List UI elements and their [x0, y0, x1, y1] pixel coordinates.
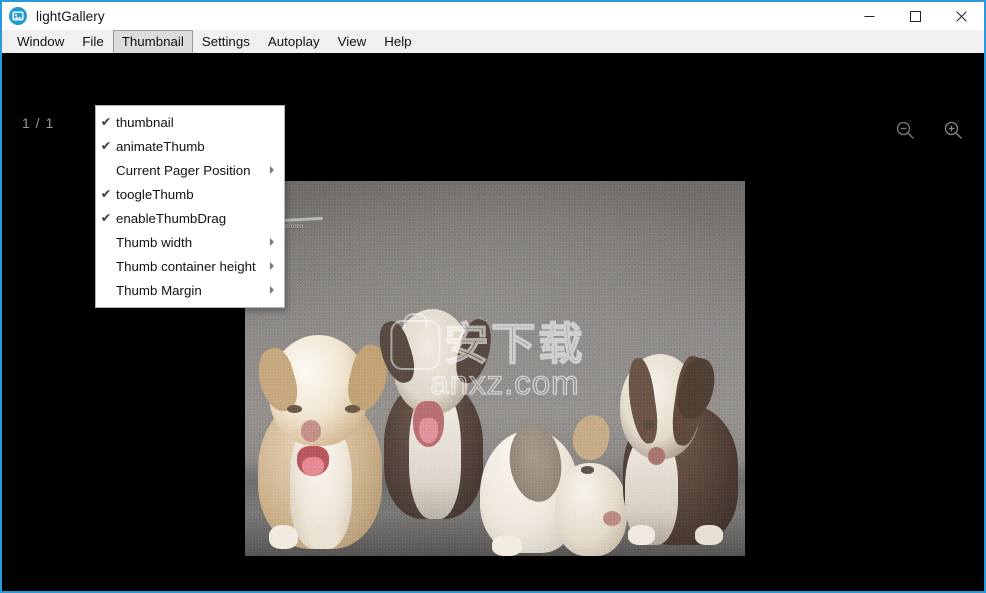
menu-item-view[interactable]: View: [329, 30, 376, 53]
menu-option-label: Thumb Margin: [116, 282, 202, 298]
menu-option-label: animateThumb: [116, 138, 205, 154]
menu-option-thumb-margin[interactable]: Thumb Margin: [96, 278, 284, 302]
check-icon: ✔: [100, 210, 112, 225]
menu-bar: Window File Thumbnail Settings Autoplay …: [2, 30, 984, 53]
photo-grain: [245, 181, 745, 556]
zoom-controls: [888, 113, 970, 147]
window-controls: [846, 2, 984, 30]
gallery-icon: [9, 7, 27, 25]
title-bar: lightGallery: [2, 2, 984, 30]
menu-item-window[interactable]: Window: [8, 30, 73, 53]
menu-option-animatethumb[interactable]: ✔ animateThumb: [96, 134, 284, 158]
submenu-arrow-icon: [270, 238, 274, 246]
menu-item-autoplay[interactable]: Autoplay: [259, 30, 329, 53]
pager-counter: 1 / 1: [22, 115, 55, 131]
menu-option-label: enableThumbDrag: [116, 210, 227, 226]
close-button[interactable]: [938, 2, 984, 30]
menu-item-thumbnail[interactable]: Thumbnail: [112, 30, 193, 53]
application-window: lightGallery Window File Thumbnail Setti…: [0, 0, 986, 593]
menu-option-label: Thumb width: [116, 234, 193, 250]
zoom-in-icon[interactable]: [936, 113, 970, 147]
check-icon: ✔: [100, 114, 112, 129]
submenu-arrow-icon: [270, 262, 274, 270]
menu-option-thumbnail[interactable]: ✔ thumbnail: [96, 110, 284, 134]
check-icon: ✔: [100, 138, 112, 153]
menu-option-tooglethumb[interactable]: ✔ toogleThumb: [96, 182, 284, 206]
menu-item-help[interactable]: Help: [375, 30, 420, 53]
gallery-photo[interactable]: photo 安下载 anxz.com: [245, 181, 745, 556]
menu-option-thumb-width[interactable]: Thumb width: [96, 230, 284, 254]
thumbnail-dropdown-menu: ✔ thumbnail ✔ animateThumb Current Pager…: [95, 105, 285, 308]
image-viewer: 1 / 1 photo ✔ thumbnail ✔ animateThumb C…: [2, 53, 984, 591]
menu-option-label: toogleThumb: [116, 186, 194, 202]
menu-item-settings[interactable]: Settings: [193, 30, 259, 53]
photo-corner-watermark: photo: [285, 222, 304, 231]
menu-option-thumb-container-height[interactable]: Thumb container height: [96, 254, 284, 278]
menu-option-label: Current Pager Position: [116, 162, 251, 178]
submenu-arrow-icon: [270, 166, 274, 174]
maximize-button[interactable]: [892, 2, 938, 30]
menu-option-label: Thumb container height: [116, 258, 256, 274]
minimize-button[interactable]: [846, 2, 892, 30]
submenu-arrow-icon: [270, 286, 274, 294]
window-title: lightGallery: [36, 8, 105, 24]
menu-option-label: thumbnail: [116, 114, 174, 130]
menu-option-enablethumbdrag[interactable]: ✔ enableThumbDrag: [96, 206, 284, 230]
check-icon: ✔: [100, 186, 112, 201]
menu-option-current-pager-position[interactable]: Current Pager Position: [96, 158, 284, 182]
menu-item-file[interactable]: File: [73, 30, 112, 53]
zoom-out-icon[interactable]: [888, 113, 922, 147]
